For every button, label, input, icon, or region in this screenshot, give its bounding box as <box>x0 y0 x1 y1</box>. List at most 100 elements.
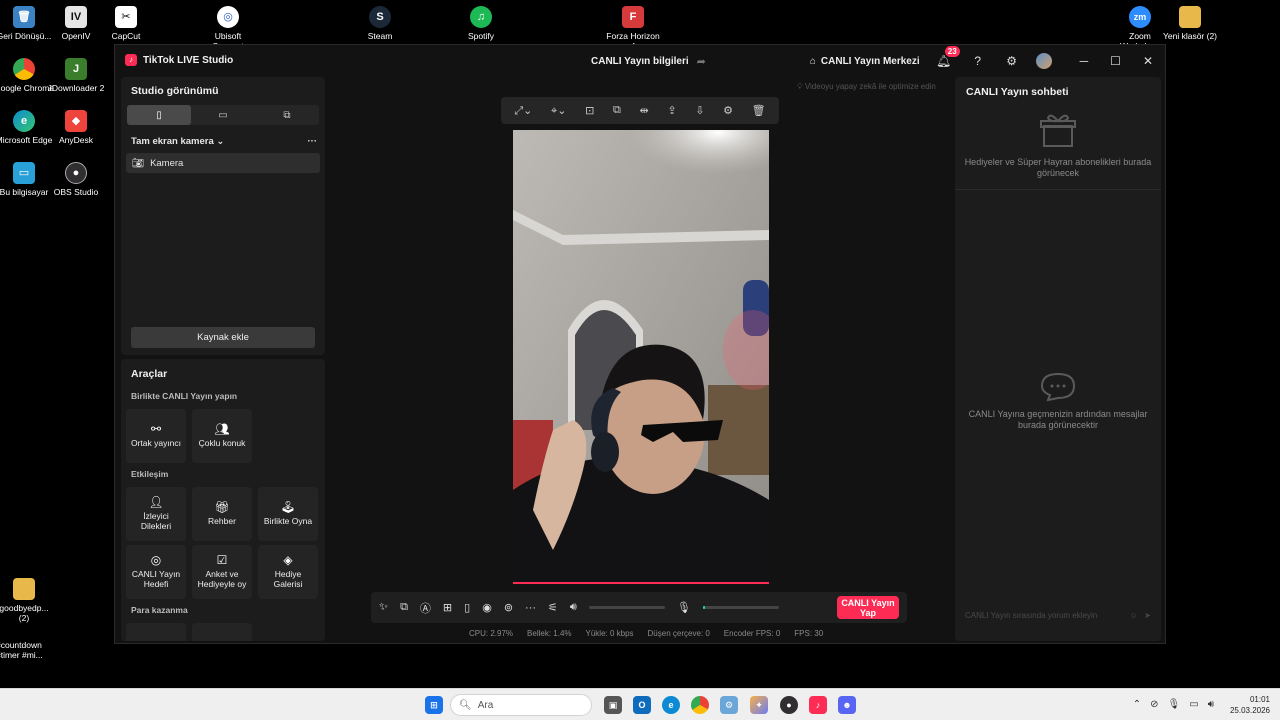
settings-icon[interactable]: ⚙ <box>723 104 733 117</box>
copy-icon[interactable]: ⧉ <box>613 104 621 117</box>
live-info-title[interactable]: CANLI Yayın bilgileri ➦ <box>591 55 706 68</box>
capture-icon[interactable]: ⊚ <box>504 601 513 614</box>
link-icon: ⚯ <box>150 422 162 436</box>
microphone-icon[interactable]: 🎙︎ <box>677 601 691 614</box>
audio-settings-icon[interactable]: ⚟ <box>548 601 558 614</box>
camera-preview-image <box>513 130 769 584</box>
effects-icon[interactable]: ⧉ <box>400 601 408 614</box>
ai-optimize-hint[interactable]: 💡︎ Videoyu yapay zekâ ile optimize edin <box>797 82 936 92</box>
scene-selector[interactable]: Tam ekran kamera ⌄ <box>131 136 224 147</box>
chevron-up-icon[interactable]: ⌃ <box>1133 699 1141 710</box>
studio-view-title: Studio görünümü <box>131 85 219 97</box>
share-icon[interactable]: ➦ <box>697 55 706 68</box>
studio-view-panel: Studio görünümü ▯ ▭ ⧉ Tam ekran kamera ⌄… <box>121 77 325 355</box>
capcut-icon[interactable]: ✂ CapCut <box>96 6 156 41</box>
add-media-icon[interactable]: ⊞ <box>443 601 452 614</box>
outlook-icon[interactable]: O <box>633 696 651 714</box>
poll-button[interactable]: ☑ Anket ve Hediyeyle oy <box>192 545 252 599</box>
app-title: TikTok LIVE Studio <box>143 54 234 66</box>
discord-icon[interactable]: ☻ <box>838 696 856 714</box>
more-options-icon[interactable]: ··· <box>308 136 318 147</box>
help-icon[interactable]: ? <box>968 51 988 71</box>
portrait-layout-button[interactable]: ▯ <box>127 105 191 125</box>
obs-taskbar-icon[interactable]: ● <box>780 696 798 714</box>
new-folder-icon[interactable]: Yeni klasör (2) <box>1160 6 1220 41</box>
network-off-icon[interactable]: ⊘ <box>1150 699 1158 710</box>
search-icon: 🔍︎ <box>459 699 472 711</box>
microphone-tray-icon[interactable]: 🎙︎ <box>1168 699 1181 710</box>
steam-icon[interactable]: S Steam <box>350 6 410 41</box>
play-together-button[interactable]: 🕹︎ Birlikte Oyna <box>258 487 318 541</box>
anydesk-icon[interactable]: ◆ AnyDesk <box>46 110 106 145</box>
encoder-fps-stat: Encoder FPS: 0 <box>723 629 781 638</box>
display-icon[interactable]: ▭ <box>1189 699 1198 710</box>
ai-icon[interactable]: Ⓐ <box>420 600 431 616</box>
countdown-file-icon[interactable]: #countdown #timer #mi... <box>0 640 60 660</box>
record-icon[interactable]: ◉ <box>482 601 492 614</box>
flip-icon[interactable]: ⇹ <box>639 104 648 117</box>
monetization-tool-1[interactable] <box>126 623 186 641</box>
close-icon[interactable]: ✕ <box>1143 54 1153 68</box>
camera-preview <box>513 130 769 584</box>
crop-icon[interactable]: ⊡ <box>585 104 594 117</box>
co-host-button[interactable]: ⚯ Ortak yayıncı <box>126 409 186 463</box>
task-view-icon[interactable]: ▣ <box>604 696 622 714</box>
chat-input-placeholder: CANLI Yayın sırasında yorum ekleyin <box>965 611 1098 620</box>
maximize-icon[interactable]: ☐ <box>1110 54 1121 68</box>
tools-panel: Araçlar Birlikte CANLI Yayın yapın ⚯ Orta… <box>121 359 325 641</box>
gift-gallery-button[interactable]: ◈ Hediye Galerisi <box>258 545 318 599</box>
send-icon[interactable]: ➤ <box>1144 611 1151 620</box>
chat-input[interactable]: CANLI Yayın sırasında yorum ekleyin ☺ ➤ <box>965 611 1151 620</box>
monetization-tool-2[interactable] <box>192 623 252 641</box>
magic-wand-icon[interactable]: ✨︎ <box>379 601 388 614</box>
speaker-volume-slider[interactable] <box>588 606 665 609</box>
settings-gear-icon[interactable]: ⚙ <box>1002 51 1022 71</box>
messages-empty-message: CANLI Yayına geçmenizin ardından mesajla… <box>968 409 1148 430</box>
viewer-requests-button[interactable]: 👤︎ İzleyici Dilekleri <box>126 487 186 541</box>
fit-screen-icon[interactable]: ⤢⌄ <box>514 104 532 118</box>
source-item-camera[interactable]: 📷︎ Kamera <box>126 153 320 173</box>
chevron-down-icon: ⌄ <box>216 136 225 147</box>
jdownloader-icon[interactable]: J JDownloader 2 <box>46 58 106 93</box>
windows-start-icon[interactable]: ⊞ <box>425 696 443 714</box>
volume-icon[interactable]: 🔊︎ <box>1208 699 1214 710</box>
copilot-icon[interactable]: ✦ <box>750 696 768 714</box>
stats-bar: CPU: 2.97% Bellek: 1.4% Yükle: 0 kbps Dü… <box>469 629 823 638</box>
settings-taskbar-icon[interactable]: ⚙ <box>720 696 738 714</box>
delete-icon[interactable]: 🗑︎ <box>752 104 766 117</box>
obs-studio-icon[interactable]: ● OBS Studio <box>46 162 106 197</box>
live-goal-button[interactable]: ◎ CANLI Yayın Hedefi <box>126 545 186 599</box>
joystick-icon: 🕹︎ <box>280 500 296 514</box>
edge-taskbar-icon[interactable]: e <box>662 696 680 714</box>
phone-icon[interactable]: ▯ <box>464 601 470 614</box>
poll-icon: ☑ <box>216 553 228 567</box>
go-live-button[interactable]: CANLI Yayın Yap <box>837 596 899 619</box>
guide-button[interactable]: 🎁︎ Rehber <box>192 487 252 541</box>
position-icon[interactable]: ⌖⌄ <box>551 104 566 118</box>
layer-down-icon[interactable]: ⇩ <box>695 104 704 117</box>
taskbar-search[interactable]: 🔍︎ Ara <box>450 694 592 716</box>
minimize-icon[interactable]: ─ <box>1080 54 1089 68</box>
live-center-button[interactable]: ⌂ CANLI Yayın Merkezi <box>810 56 920 67</box>
chat-divider <box>955 189 1161 190</box>
bell-icon[interactable]: 🔔︎ 23 <box>934 46 960 71</box>
layer-up-icon[interactable]: ⇪ <box>667 104 676 117</box>
multi-guest-button[interactable]: 👥︎ Çoklu konuk <box>192 409 252 463</box>
emoji-icon[interactable]: ☺ <box>1129 611 1137 620</box>
more-icon[interactable]: ··· <box>525 602 536 614</box>
clock[interactable]: 01:01 25.03.2026 <box>1230 694 1270 716</box>
spotify-icon[interactable]: ♫ Spotify <box>451 6 511 41</box>
landscape-layout-button[interactable]: ▭ <box>191 105 255 125</box>
microphone-volume-slider[interactable] <box>702 606 779 609</box>
goodbye-folder-icon[interactable]: goodbyedp... (2) <box>0 578 54 623</box>
tiktok-taskbar-icon[interactable]: ♪ <box>809 696 827 714</box>
avatar[interactable] <box>1035 53 1052 69</box>
system-tray: ⌃ ⊘ 🎙︎ ▭ 🔊︎ <box>1133 699 1214 710</box>
add-source-button[interactable]: Kaynak ekle <box>131 327 315 348</box>
chrome-taskbar-icon[interactable] <box>691 696 709 714</box>
cpu-stat: CPU: 2.97% <box>469 629 514 638</box>
dual-layout-button[interactable]: ⧉ <box>255 105 319 125</box>
interaction-section-label: Etkileşim <box>131 469 169 479</box>
app-brand: ♪ TikTok LIVE Studio <box>125 54 233 66</box>
speaker-icon[interactable]: 🔊︎ <box>570 601 577 614</box>
